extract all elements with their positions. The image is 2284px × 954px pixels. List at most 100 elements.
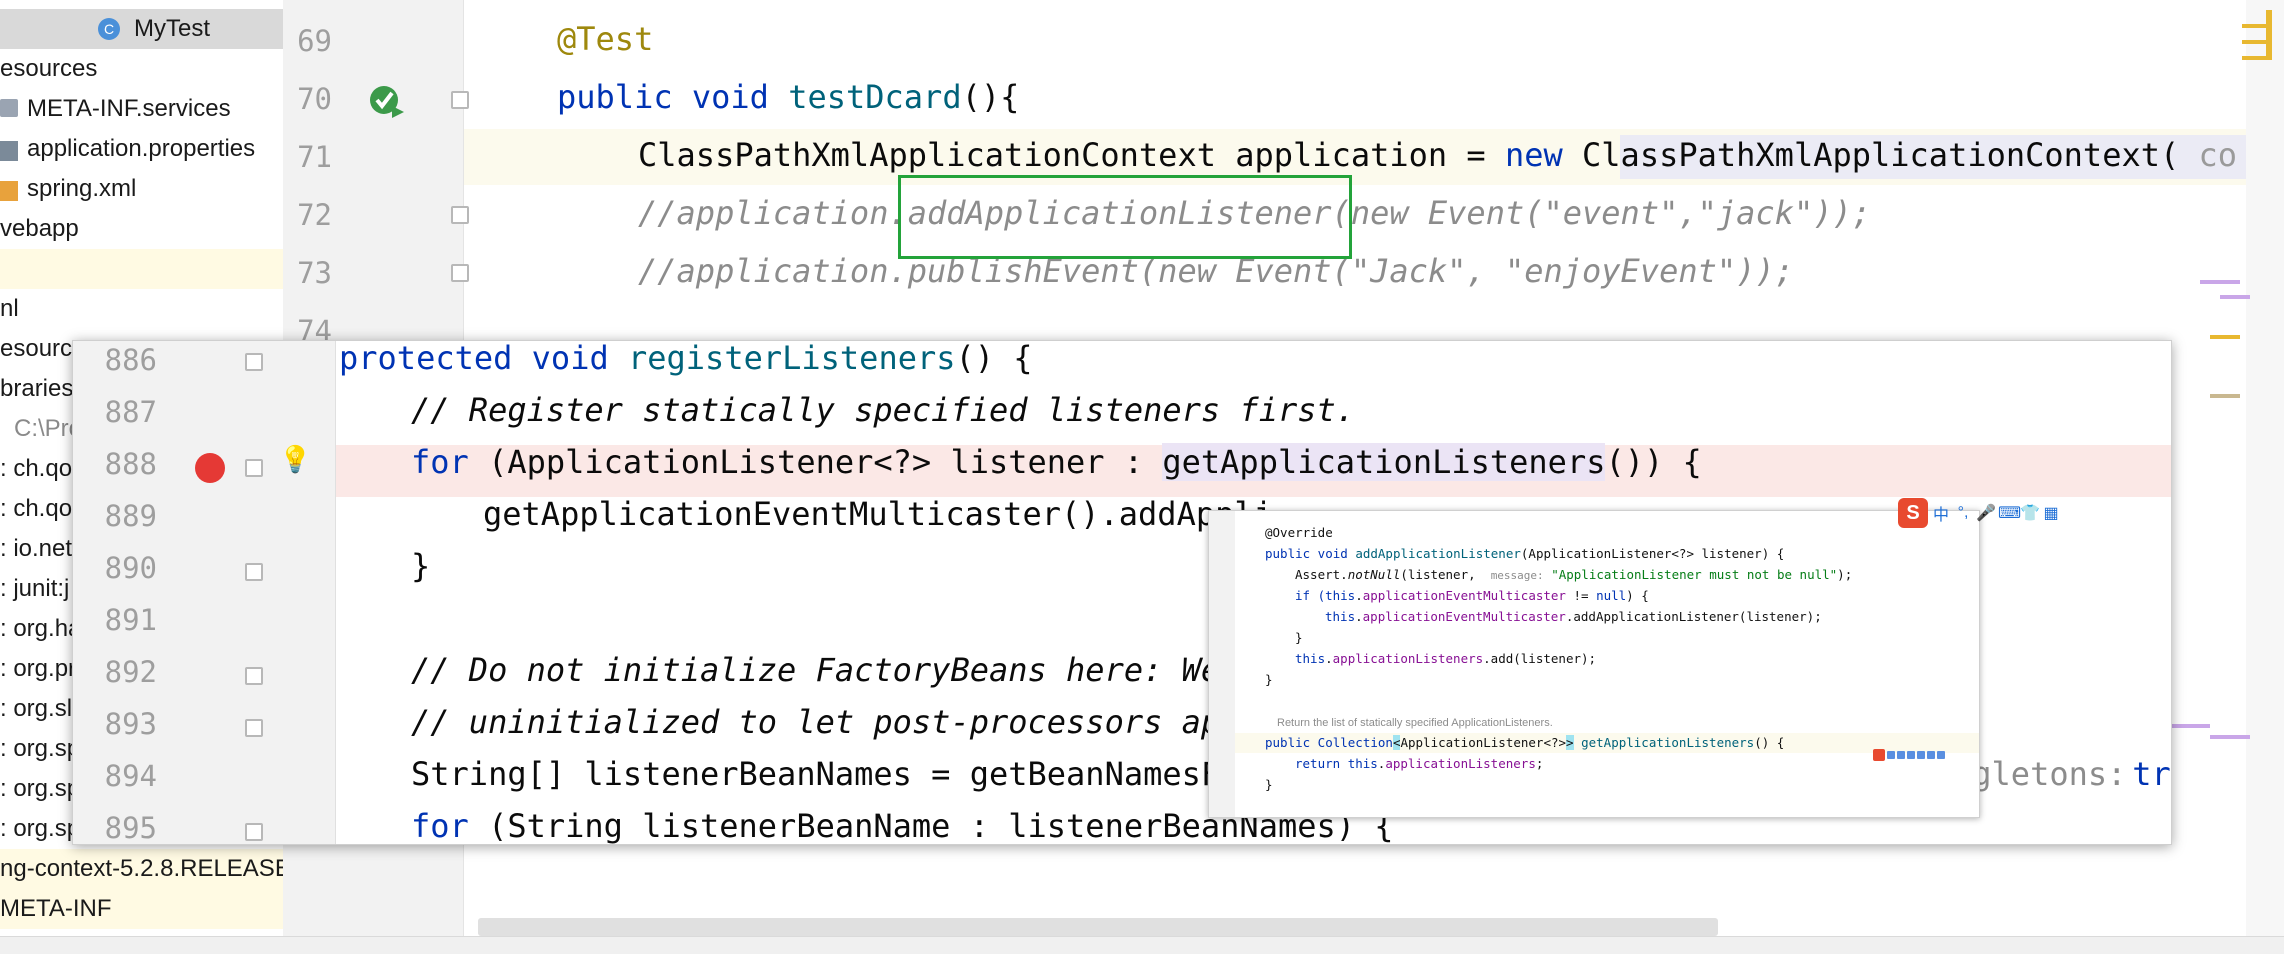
thumbnail-gutter bbox=[1209, 511, 1235, 817]
fold-icon[interactable] bbox=[245, 823, 263, 841]
popup-line-889[interactable]: getApplicationEventMulticaster().addAppl… bbox=[483, 495, 1273, 533]
fold-icon[interactable] bbox=[245, 459, 263, 477]
change-marker[interactable] bbox=[2170, 724, 2210, 728]
line-number: 889 bbox=[104, 499, 157, 533]
ime-small-icon bbox=[1937, 751, 1945, 759]
thumb-inner: this.applicationEventMulticaster.addAppl… bbox=[1325, 609, 1822, 624]
ime-small-icon bbox=[1927, 751, 1935, 759]
thumb-signature: public void addApplicationListener(Appli… bbox=[1265, 546, 1785, 561]
tree-item-lib[interactable]: : io.net bbox=[0, 529, 72, 569]
thumb-assert: Assert.notNull(listener, message: "Appli… bbox=[1295, 567, 1853, 582]
line-number: 894 bbox=[104, 759, 157, 793]
tree-item-libraries[interactable]: braries bbox=[0, 369, 73, 409]
selection-highlight-box bbox=[898, 175, 1352, 259]
line-number: 892 bbox=[104, 655, 157, 689]
thumb-return: return this.applicationListeners; bbox=[1295, 756, 1544, 771]
fold-icon[interactable] bbox=[245, 667, 263, 685]
popup-line-892[interactable]: // Do not initialize FactoryBeans here: … bbox=[411, 651, 1278, 689]
tree-item-lib[interactable]: : org.sp bbox=[0, 729, 80, 769]
popup-gutter-divider bbox=[335, 341, 336, 844]
change-marker[interactable] bbox=[2200, 280, 2240, 284]
error-stripe[interactable] bbox=[2266, 10, 2272, 60]
tree-item-meta-inf[interactable]: META-INF bbox=[0, 889, 283, 929]
lightbulb-icon[interactable]: 💡 bbox=[279, 445, 311, 475]
run-test-icon[interactable] bbox=[366, 80, 406, 120]
line-number: 895 bbox=[104, 811, 157, 845]
tree-item-lib[interactable]: : org.sp bbox=[0, 809, 80, 849]
line-number: 893 bbox=[104, 707, 157, 741]
fold-icon[interactable] bbox=[245, 563, 263, 581]
microphone-icon[interactable]: 🎤 bbox=[1976, 503, 1996, 523]
ime-small-icon bbox=[1917, 751, 1925, 759]
code-line-71[interactable]: ClassPathXmlApplicationContext applicati… bbox=[638, 136, 2237, 174]
tree-item-webapp[interactable]: vebapp bbox=[0, 209, 79, 249]
line-number: 70 bbox=[297, 82, 332, 116]
ime-language-toggle[interactable]: 中 bbox=[1932, 501, 1950, 525]
tree-item-lib[interactable]: : org.sl bbox=[0, 689, 72, 729]
change-marker[interactable] bbox=[2220, 295, 2250, 299]
popup-line-887[interactable]: // Register statically specified listene… bbox=[411, 391, 1355, 429]
warning-marker[interactable] bbox=[2210, 335, 2240, 339]
tree-item-resources[interactable]: esources bbox=[0, 49, 97, 89]
code-line-69[interactable]: @Test bbox=[557, 20, 653, 58]
tree-item-lib[interactable]: : ch.qo bbox=[0, 489, 72, 529]
tree-item-mytest[interactable]: C MyTest bbox=[0, 9, 283, 49]
breakpoint-icon[interactable] bbox=[195, 453, 225, 483]
fold-icon[interactable] bbox=[451, 264, 469, 282]
tree-item-xml[interactable]: nl bbox=[0, 289, 19, 329]
folder-icon bbox=[0, 99, 18, 117]
horizontal-scrollbar[interactable] bbox=[478, 918, 1718, 936]
keyboard-icon[interactable]: ⌨ bbox=[1998, 503, 2021, 523]
code-line-70[interactable]: public void testDcard(){ bbox=[557, 78, 1019, 116]
change-marker[interactable] bbox=[2210, 735, 2250, 739]
ime-logo-icon bbox=[1873, 749, 1885, 761]
line-number: 72 bbox=[297, 198, 332, 232]
source-snippet-thumbnail: @Override public void addApplicationList… bbox=[1208, 510, 1980, 818]
thumb-doc-comment: Return the list of statically specified … bbox=[1277, 717, 1553, 729]
thumb-signature-2: public Collection<ApplicationListener<?>… bbox=[1265, 735, 1785, 750]
thumb-override: @Override bbox=[1265, 525, 1333, 540]
line-number: 71 bbox=[297, 140, 332, 174]
popup-line-888[interactable]: for (ApplicationListener<?> listener : g… bbox=[411, 443, 1702, 481]
line-number: 73 bbox=[297, 256, 332, 290]
tree-item-lib[interactable]: : org.sp bbox=[0, 769, 80, 809]
tree-item-lib[interactable]: : ch.qo bbox=[0, 449, 72, 489]
line-number: 886 bbox=[104, 343, 157, 377]
line-number: 890 bbox=[104, 551, 157, 585]
tree-item-lib[interactable]: : org.ha bbox=[0, 609, 81, 649]
popup-line-886[interactable]: protected void registerListeners() { bbox=[339, 341, 1033, 377]
ime-small-icon bbox=[1887, 751, 1895, 759]
tree-item-spring-context-jar[interactable]: ng-context-5.2.8.RELEASE bbox=[0, 849, 283, 889]
ime-small-icon bbox=[1907, 751, 1915, 759]
popup-line-893[interactable]: // uninitialized to let post-processors … bbox=[411, 703, 1259, 741]
tree-item-lib[interactable]: : junit:j bbox=[0, 569, 69, 609]
thumb-add: this.applicationListeners.add(listener); bbox=[1295, 651, 1597, 666]
change-marker[interactable] bbox=[2210, 394, 2240, 398]
status-bar bbox=[0, 936, 2284, 954]
popup-line-890[interactable]: } bbox=[411, 547, 430, 585]
tree-item-blank[interactable] bbox=[0, 249, 283, 289]
toolbox-icon[interactable]: ▦ bbox=[2042, 503, 2060, 523]
ime-punctuation-toggle[interactable]: °, bbox=[1954, 504, 1972, 522]
vertical-scrollbar[interactable] bbox=[2246, 0, 2284, 953]
tree-item-lib[interactable]: : org.pr bbox=[0, 649, 76, 689]
popup-line-894[interactable]: String[] listenerBeanNames = getBeanName… bbox=[411, 755, 1259, 793]
fold-icon[interactable] bbox=[451, 91, 469, 109]
ime-toolbar[interactable]: S 中 °, 🎤 ⌨ 👕 ▦ bbox=[1898, 498, 2060, 528]
thumb-close: } bbox=[1265, 672, 1273, 687]
thumb-close: } bbox=[1295, 630, 1303, 645]
skin-icon[interactable]: 👕 bbox=[2020, 503, 2040, 523]
fold-icon[interactable] bbox=[245, 353, 263, 371]
thumb-if: if (this.applicationEventMulticaster != … bbox=[1295, 588, 1649, 603]
fold-icon[interactable] bbox=[245, 719, 263, 737]
properties-file-icon bbox=[0, 141, 18, 161]
sogou-logo-icon[interactable]: S bbox=[1898, 498, 1928, 528]
xml-file-icon bbox=[0, 181, 18, 201]
fold-icon[interactable] bbox=[451, 206, 469, 224]
inlay-hint-value: tru bbox=[2132, 755, 2171, 793]
line-number: 69 bbox=[297, 24, 332, 58]
line-number: 887 bbox=[104, 395, 157, 429]
class-icon: C bbox=[98, 18, 120, 40]
ime-toolbar-small bbox=[1873, 748, 1945, 762]
line-number: 888 bbox=[104, 447, 157, 481]
